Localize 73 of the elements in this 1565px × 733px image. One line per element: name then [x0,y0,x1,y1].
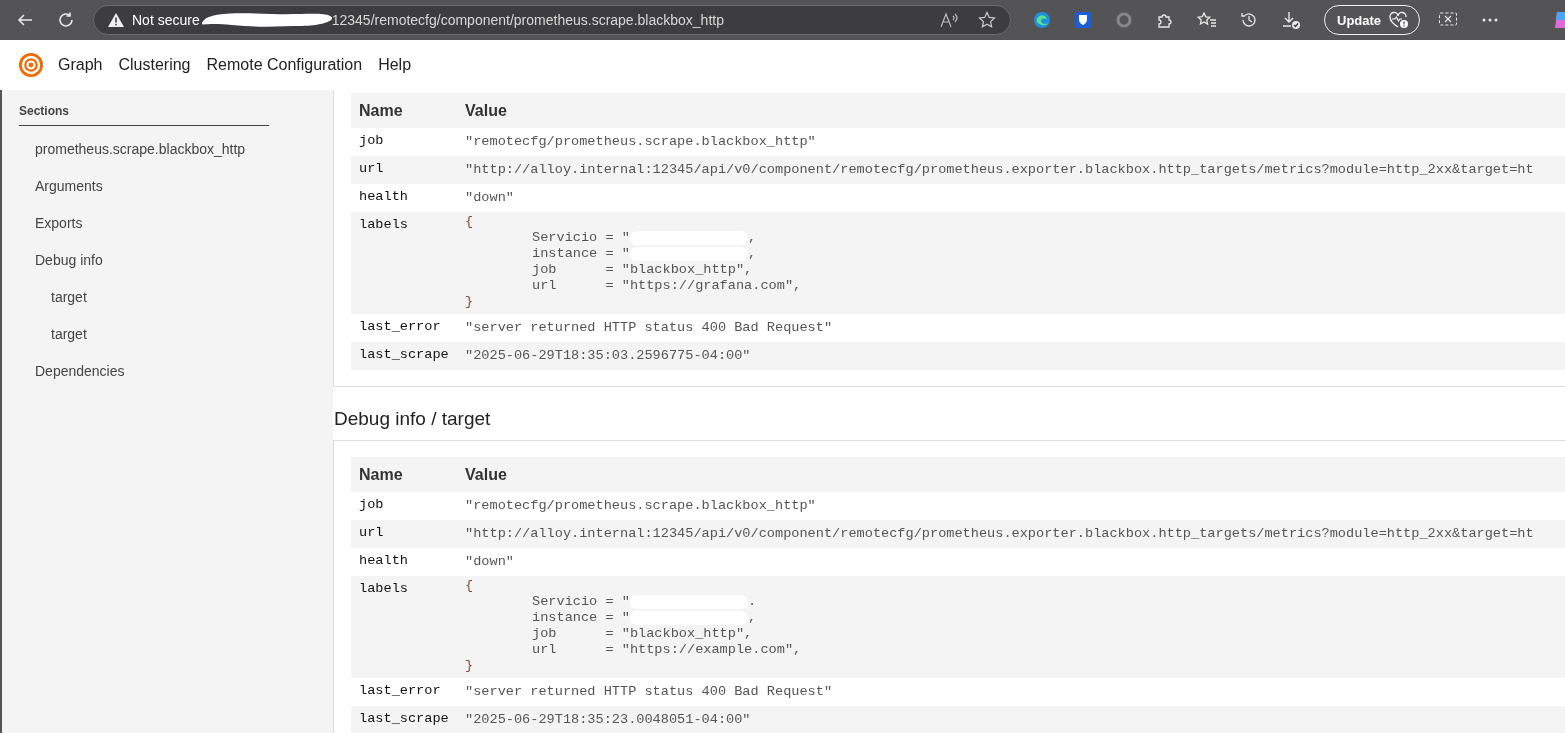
sidebar-title: Sections [19,104,269,126]
table-cell-text: health [358,188,409,204]
table-cell-text: "http://alloy.internal:12345/api/v0/component/remotecfg/prometheus.exporter.blackbox.http_targets/metrics?module=http_2xx&target=ht [465,161,1534,177]
url-text: 12345/remotecfg/component/prometheus.scrape.blackbox_http [331,12,724,28]
brace-text: } [465,294,474,310]
history-icon[interactable] [1240,11,1258,29]
sidebar-link[interactable]: target [51,288,87,306]
sidebar-link[interactable]: Debug info [35,251,103,269]
label-text: Servicio = " [532,594,630,610]
label-text: instance = " [532,246,630,262]
column-header: Value [465,465,507,484]
table-cell-text: labels [358,216,409,232]
label-text: . [747,594,757,610]
nav-link[interactable]: Help [378,56,412,74]
table-cell-text: "remotecfg/prometheus.scrape.blackbox_http" [465,133,816,149]
table-cell-text: "2025-06-29T18:35:03.2596775-04:00" [465,347,751,363]
sidebar-link[interactable]: Dependencies [35,362,125,380]
brace-text: { [465,214,474,230]
table-cell-text: "2025-06-29T18:35:23.0048051-04:00" [465,711,751,727]
sidebar-link[interactable]: Arguments [35,177,103,195]
extensions-icon[interactable] [1156,11,1174,29]
table-cell-text: "http://alloy.internal:12345/api/v0/component/remotecfg/prometheus.exporter.blackbox.http_targets/metrics?module=http_2xx&target=ht [465,525,1534,541]
brace-text: { [465,578,474,594]
table-cell-text: labels [358,580,409,596]
nav-link[interactable]: Remote Configuration [206,56,363,74]
sidebar-link[interactable]: prometheus.scrape.blackbox_http [35,140,246,158]
nav-link[interactable]: Graph [58,56,103,74]
brace-text: } [465,658,474,674]
column-header: Name [358,101,404,120]
warning-icon [108,13,124,27]
security-label: Not secure [132,12,200,28]
column-header: Value [465,101,507,120]
screenshot-icon[interactable] [1438,11,1459,29]
address-bar[interactable]: Not secure 12345/remotecfg/component/prometheus.scrape.blackbox_http [93,5,1011,35]
table-cell-text: url [358,524,385,540]
sidebar-link[interactable]: Exports [35,214,83,232]
favorites-icon[interactable] [1197,11,1217,29]
assistant-icon[interactable] [1553,10,1565,30]
more-icon[interactable] [1481,17,1500,23]
logo-icon[interactable] [18,52,44,78]
label-text: , [747,610,757,626]
table-cell-text: last_error [358,318,442,334]
table-cell-text: url [358,160,385,176]
reload-icon[interactable] [57,11,75,29]
label-text: job = "blackbox_http", [532,262,753,278]
read-aloud-icon[interactable] [940,12,958,28]
label-text: url = "https://grafana.com", [532,278,802,294]
table-cell-text: job [358,496,385,512]
table-cell-text: last_scrape [358,710,450,726]
label-text: instance = " [532,610,630,626]
browser-logo-icon[interactable] [1033,11,1051,29]
table-cell-text: health [358,552,409,568]
star-icon[interactable] [978,11,996,29]
table-cell-text: "server returned HTTP status 400 Bad Request" [465,319,833,335]
table-cell-text: "down" [465,553,514,569]
column-header: Name [358,465,404,484]
table-cell-text: last_error [358,682,442,698]
shield-icon[interactable] [1074,11,1092,29]
label-text: , [747,246,757,262]
download-icon[interactable] [1281,10,1301,30]
nav-link[interactable]: Clustering [118,56,191,74]
table-cell-text: last_scrape [358,346,450,362]
label-text: url = "https://example.com", [532,642,802,658]
sidebar-link[interactable]: target [51,325,87,343]
table-cell-text: "down" [465,189,514,205]
label-text: job = "blackbox_http", [532,626,753,642]
section-heading: Debug info / target [334,408,492,430]
label-text: , [747,230,757,246]
table-cell-text: "server returned HTTP status 400 Bad Request" [465,683,833,699]
heart-alert-icon [1389,11,1410,29]
table-cell-text: job [358,132,385,148]
label-text: Servicio = " [532,230,630,246]
table-cell-text: "remotecfg/prometheus.scrape.blackbox_http" [465,497,816,513]
